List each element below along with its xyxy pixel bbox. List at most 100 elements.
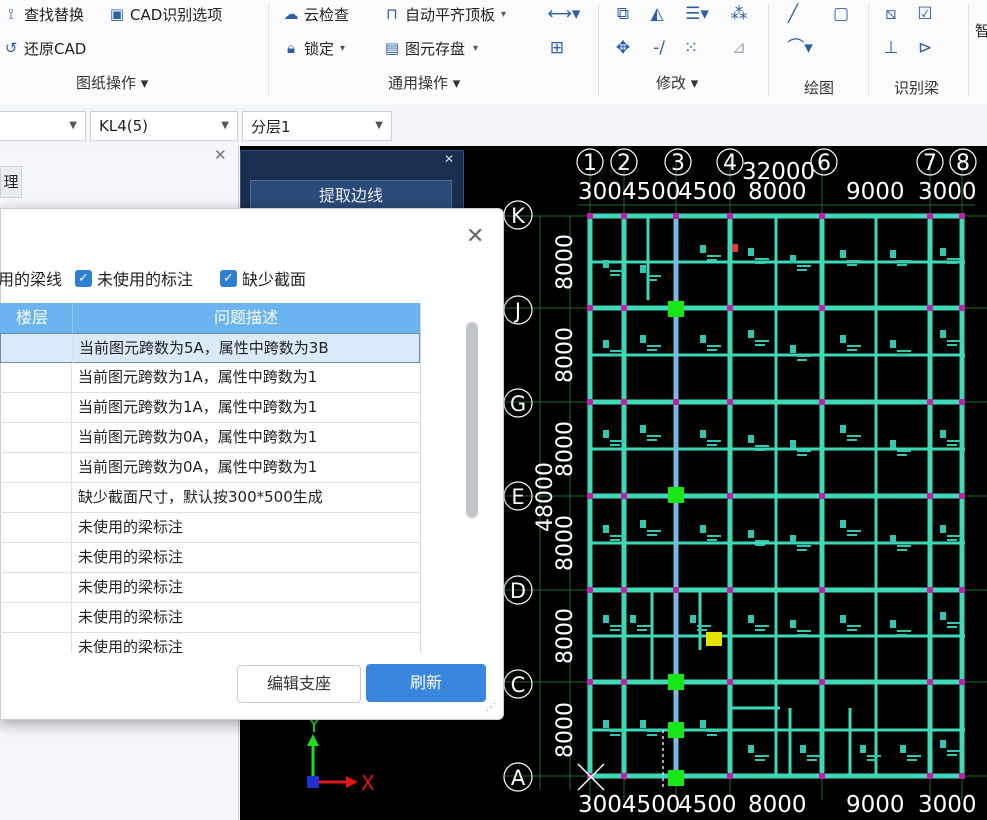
mirror-icon[interactable]: ◭ bbox=[646, 3, 668, 25]
row-axis-label: C bbox=[511, 673, 526, 697]
beam-annotation bbox=[748, 248, 754, 256]
joint-marker bbox=[819, 305, 825, 311]
beam-annotation bbox=[797, 269, 807, 271]
offset-icon[interactable]: ⁂ bbox=[728, 3, 750, 25]
table-header: 楼层 问题描述 bbox=[0, 303, 420, 333]
table-row[interactable]: 当前图元跨数为1A，属性中跨数为1 bbox=[0, 393, 420, 423]
beam-annotation bbox=[610, 274, 620, 276]
close-icon[interactable]: ✕ bbox=[466, 224, 484, 249]
cad-options-button[interactable]: ▣ CAD识别选项 bbox=[108, 2, 222, 26]
resize-grip-icon[interactable]: ⋰ bbox=[486, 702, 496, 713]
joint-marker bbox=[673, 587, 679, 593]
floor-selector[interactable]: ▼ bbox=[0, 111, 86, 141]
group-common-ops[interactable]: 通用操作 ▾ bbox=[388, 72, 460, 93]
beam-annotation bbox=[640, 265, 646, 273]
joint-marker bbox=[727, 587, 733, 593]
column-header-floor[interactable]: 楼层 bbox=[0, 303, 73, 333]
issue-table: 楼层 问题描述 当前图元跨数为5A，属性中跨数为3B 当前图元跨数为1A，属性中跨… bbox=[0, 303, 421, 653]
table-row[interactable]: 当前图元跨数为0A，属性中跨数为1 bbox=[0, 423, 420, 453]
beam-annotation bbox=[847, 264, 857, 266]
lock-button[interactable]: 🔒︎ 锁定 ▾ bbox=[282, 36, 345, 60]
highlighted-annotation bbox=[706, 632, 722, 646]
table-row[interactable]: 当前图元跨数为1A，属性中跨数为1 bbox=[0, 363, 420, 393]
beam-annotation bbox=[797, 355, 811, 357]
extend-icon[interactable]: -/ bbox=[646, 37, 672, 59]
table-row[interactable]: 当前图元跨数为0A，属性中跨数为1 bbox=[0, 453, 420, 483]
auto-align-top-button[interactable]: ⊓ 自动平齐顶板 ▾ bbox=[383, 2, 506, 26]
break-icon[interactable]: ⁙ bbox=[680, 37, 702, 59]
group-recognize-beam[interactable]: 识别梁 bbox=[894, 77, 939, 98]
floor-cell bbox=[0, 423, 72, 453]
line-icon[interactable]: ╱ bbox=[782, 3, 804, 25]
column-header-description[interactable]: 问题描述 bbox=[72, 303, 420, 333]
table-row[interactable]: 缺少截面尺寸，默认按300*500生成 bbox=[0, 483, 420, 513]
beam-annotation bbox=[707, 535, 721, 537]
table-scrollbar[interactable] bbox=[466, 322, 478, 518]
beam-annotation bbox=[755, 449, 765, 451]
beam-annotation bbox=[640, 720, 646, 728]
support-marker bbox=[668, 674, 684, 690]
refresh-button[interactable]: 刷新 bbox=[366, 664, 486, 702]
table-row[interactable]: 未使用的梁标注 bbox=[0, 633, 420, 653]
save-element-icon: ▤ bbox=[384, 39, 400, 57]
beam-annotation bbox=[610, 535, 624, 537]
beam-selector[interactable]: KL4(5) ▼ bbox=[90, 111, 238, 141]
table-row[interactable]: 当前图元跨数为5A，属性中跨数为3B bbox=[0, 333, 420, 364]
edit-disabled-icon[interactable]: ⊿ bbox=[728, 37, 750, 59]
layer-selector[interactable]: 分层1 ▼ bbox=[242, 111, 392, 141]
element-save-button[interactable]: ▤ 图元存盘 ▾ bbox=[383, 36, 478, 60]
description-cell: 当前图元跨数为5A，属性中跨数为3B bbox=[79, 339, 329, 357]
group-modify[interactable]: 修改 ▾ bbox=[656, 72, 698, 93]
beam-annotation bbox=[797, 634, 807, 636]
beam-annotation bbox=[647, 345, 661, 347]
joint-marker bbox=[587, 399, 593, 405]
table-row[interactable]: 未使用的梁标注 bbox=[0, 573, 420, 603]
beam-annotation bbox=[755, 544, 765, 546]
joint-marker bbox=[927, 305, 933, 311]
group-draw[interactable]: 绘图 bbox=[804, 77, 834, 98]
rectangle-icon[interactable]: ▢ bbox=[830, 3, 852, 25]
beam-annotation bbox=[700, 720, 706, 728]
beam-annotation bbox=[840, 335, 846, 343]
group-divider bbox=[598, 4, 599, 96]
copy-icon[interactable]: ⧉ bbox=[612, 3, 634, 25]
top-dimension: 9000 bbox=[846, 179, 905, 205]
checkbox-unused-annotations[interactable]: ✓ 未使用的标注 bbox=[75, 266, 193, 290]
table-row[interactable]: 未使用的梁标注 bbox=[0, 513, 420, 543]
top-dimension: 3000 bbox=[918, 179, 977, 205]
dimension-icon[interactable]: ⟷▾ bbox=[546, 3, 582, 25]
checkbox-missing-section[interactable]: ✓ 缺少截面 bbox=[220, 266, 306, 290]
align-icon[interactable]: ☰▾ bbox=[680, 3, 714, 25]
edit-support-button[interactable]: 编辑支座 bbox=[237, 665, 361, 703]
joint-marker bbox=[727, 773, 733, 779]
close-icon[interactable]: ✕ bbox=[214, 146, 230, 164]
beam-annotation bbox=[610, 350, 624, 352]
restore-cad-button[interactable]: ↺ 还原CAD bbox=[2, 36, 87, 60]
support-icon[interactable]: ⊥ bbox=[880, 37, 902, 59]
beam-annotation bbox=[755, 625, 769, 627]
beam-annotation bbox=[890, 535, 896, 543]
joint-marker bbox=[927, 213, 933, 219]
chevron-down-icon: ▾ bbox=[340, 42, 346, 54]
table-row[interactable]: 未使用的梁标注 bbox=[0, 543, 420, 573]
top-dimension: 3004500 bbox=[578, 179, 680, 205]
beam-annotation bbox=[700, 245, 706, 253]
move-icon[interactable]: ✥ bbox=[612, 37, 634, 59]
find-replace-button[interactable]: ⟟ 查找替换 bbox=[2, 2, 84, 26]
arc-icon[interactable]: ⌒▾ bbox=[782, 37, 818, 59]
grid-tool-icon[interactable]: ⊞ bbox=[546, 37, 568, 59]
joint-marker bbox=[819, 773, 825, 779]
edit-beam-icon[interactable]: ⊳ bbox=[914, 37, 936, 59]
group-drawing-ops[interactable]: 图纸操作 ▾ bbox=[76, 72, 148, 93]
beam-annotation bbox=[637, 629, 647, 631]
check-beam-icon[interactable]: ☑ bbox=[914, 3, 936, 25]
checkbox-unused-beam-lines[interactable]: 用的梁线 bbox=[0, 266, 62, 290]
left-panel-tab[interactable]: 理 bbox=[0, 166, 22, 198]
floor-cell bbox=[0, 453, 72, 483]
close-icon[interactable]: ✕ bbox=[444, 152, 454, 166]
beam-annotation bbox=[840, 250, 846, 258]
identify-beam-icon[interactable]: ⧅ bbox=[880, 3, 902, 25]
beam-annotation bbox=[707, 345, 721, 347]
cloud-check-button[interactable]: ☁ 云检查 bbox=[282, 2, 350, 26]
table-row[interactable]: 未使用的梁标注 bbox=[0, 603, 420, 633]
